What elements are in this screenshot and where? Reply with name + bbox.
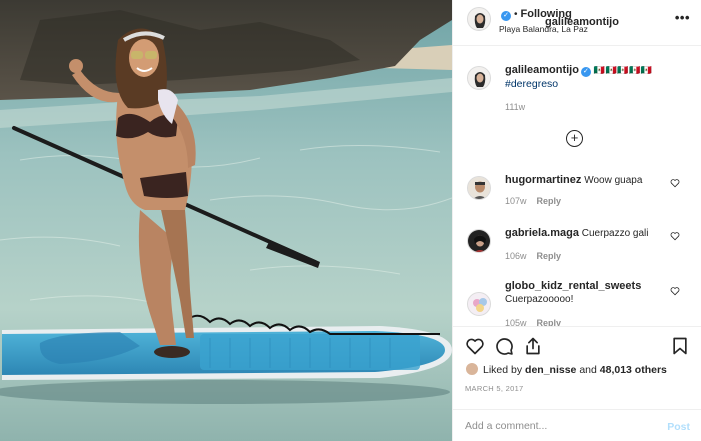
post-side-panel: galileamontijo ✓ • Following Playa Balandra… xyxy=(452,0,701,441)
comment-username[interactable]: hugormartinez xyxy=(505,174,581,186)
comment-meta: 106w Reply xyxy=(505,251,561,261)
comment-like-heart-icon[interactable] xyxy=(670,286,680,296)
verified-badge-icon: ✓ xyxy=(580,67,591,77)
comment-input[interactable] xyxy=(465,417,645,435)
author-avatar[interactable] xyxy=(467,7,491,31)
bookmark-icon[interactable] xyxy=(670,336,690,356)
comment-body: Woow guapa xyxy=(584,175,643,186)
comment-text: globo_kidz_rental_sweets Cuerpazooooo! xyxy=(505,280,675,306)
comment-icon[interactable] xyxy=(494,336,514,356)
share-icon[interactable] xyxy=(523,336,543,356)
comment-item: hugormartinez Woow guapa 107w Reply xyxy=(453,174,701,224)
reply-button[interactable]: Reply xyxy=(537,318,562,326)
avatar-image xyxy=(468,293,490,315)
commenter-avatar[interactable] xyxy=(467,176,491,200)
post-photo[interactable] xyxy=(0,0,452,441)
verified-badge-icon: ✓ xyxy=(501,11,511,21)
comment-text: gabriela.maga Cuerpazzo gali xyxy=(505,227,675,240)
post-header: galileamontijo ✓ • Following Playa Balandra… xyxy=(453,0,701,46)
comment-username[interactable]: globo_kidz_rental_sweets xyxy=(505,280,641,292)
avatar-image xyxy=(468,8,490,30)
photo-illustration xyxy=(0,0,452,441)
liker-username[interactable]: den_nisse xyxy=(525,364,576,376)
commenter-avatar[interactable] xyxy=(467,229,491,253)
comment-meta: 105w Reply xyxy=(505,318,561,326)
comment-like-heart-icon[interactable] xyxy=(670,178,680,188)
commenter-avatar[interactable] xyxy=(467,292,491,316)
post-actions: Liked by den_nisse and 48,013 others MAR… xyxy=(453,326,701,441)
comment-body: Cuerpazzo gali xyxy=(581,228,649,239)
reply-button[interactable]: Reply xyxy=(537,196,562,206)
caption-text: galileamontijo ✓ 🇲🇽🇲🇽🇲🇽🇲🇽🇲🇽 #deregreso xyxy=(505,64,690,91)
comment-item: gabriela.maga Cuerpazzo gali 106w Reply xyxy=(453,227,701,277)
add-comment-bar: Post xyxy=(453,409,701,441)
location-link[interactable]: Playa Balandra, La Paz xyxy=(499,24,588,34)
comment-body: Cuerpazooooo! xyxy=(505,294,574,305)
avatar-image xyxy=(468,230,490,252)
likes-joiner: and xyxy=(579,364,597,376)
heart-icon[interactable] xyxy=(465,336,485,356)
author-line: galileamontijo ✓ • Following xyxy=(499,8,619,28)
avatar-image xyxy=(468,177,490,199)
reply-button[interactable]: Reply xyxy=(537,251,562,261)
comment-meta: 107w Reply xyxy=(505,196,561,206)
comment-timestamp[interactable]: 105w xyxy=(505,318,527,326)
load-more-comments-icon[interactable]: + xyxy=(566,130,583,147)
caption-flags: 🇲🇽🇲🇽🇲🇽🇲🇽🇲🇽 xyxy=(593,66,653,76)
comment-timestamp[interactable]: 106w xyxy=(505,251,527,261)
comment-username[interactable]: gabriela.maga xyxy=(505,227,579,239)
likes-count[interactable]: 48,013 others xyxy=(600,364,667,376)
post-date[interactable]: MARCH 5, 2017 xyxy=(465,384,524,393)
comment-item: globo_kidz_rental_sweets Cuerpazooooo! 1… xyxy=(453,280,701,326)
more-options-icon[interactable]: ••• xyxy=(675,10,690,25)
comment-timestamp[interactable]: 107w xyxy=(505,196,527,206)
separator-dot: • xyxy=(514,9,518,20)
likes-summary: Liked by den_nisse and 48,013 others xyxy=(465,362,667,376)
comment-text: hugormartinez Woow guapa xyxy=(505,174,675,187)
caption-username[interactable]: galileamontijo xyxy=(505,64,579,76)
likes-prefix: Liked by xyxy=(483,364,523,376)
comment-like-heart-icon[interactable] xyxy=(670,231,680,241)
post-comment-button[interactable]: Post xyxy=(667,421,690,433)
caption-timestamp[interactable]: 111w xyxy=(505,102,525,112)
caption-author-avatar[interactable] xyxy=(467,66,491,90)
liker-avatar[interactable] xyxy=(465,362,479,376)
caption-hashtag[interactable]: #deregreso xyxy=(505,78,690,91)
avatar-image xyxy=(468,67,490,89)
